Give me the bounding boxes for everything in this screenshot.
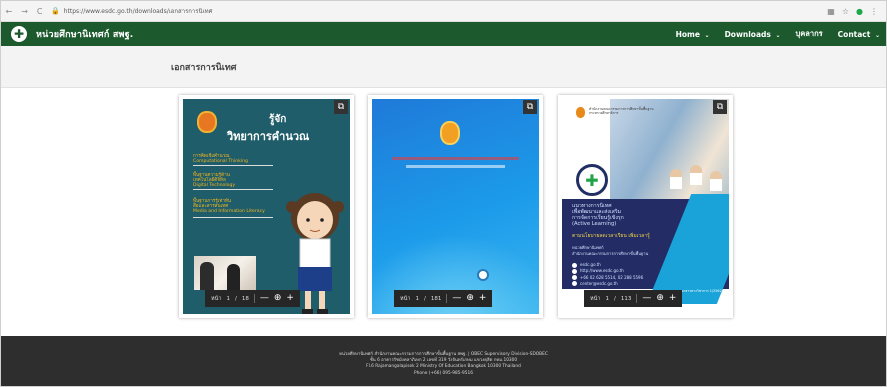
bookmark-star-icon[interactable]: ☆ (842, 7, 849, 16)
total-pages: 18 (241, 295, 249, 302)
document-card[interactable]: ⧉ รู้จัก วิทยาการคำนวณ การคิดเชิงคำนวณ Co… (179, 95, 354, 318)
seal-icon (440, 121, 460, 145)
book-cover: สำนักงานคณะกรรมการการศึกษาขั้นพื้นฐาน กระ… (562, 99, 729, 314)
page-separator: / (234, 295, 237, 302)
expand-icon[interactable]: ⧉ (334, 100, 348, 114)
url-text[interactable]: https://www.esdc.go.th/downloads/เอกสารก… (64, 6, 213, 16)
cover-title: แนวทางการนิเทศ เพื่อพัฒนาและส่งเสริม การจั… (572, 203, 624, 227)
zoom-icon[interactable]: ⊕ (274, 294, 282, 303)
cover-org: หน่วยศึกษานิเทศก์ สำนักงานคณะกรรมการการศึ… (572, 245, 649, 256)
chevron-down-icon: ⌄ (775, 31, 781, 39)
extension-icon[interactable]: ▦ (827, 7, 835, 16)
zoom-in-button[interactable]: + (669, 294, 677, 303)
menu-contact[interactable]: Contact ⌄ (838, 30, 880, 39)
divider (193, 165, 273, 166)
page-label: หน้า (400, 295, 411, 302)
current-page-input[interactable]: 1 (605, 296, 609, 302)
profile-icon[interactable]: ● (856, 7, 863, 16)
current-page-input[interactable]: 1 (415, 296, 419, 302)
cover-photo (194, 256, 256, 290)
cover-contacts: esdc.go.th http://www.esdc.go.th +66 02 … (572, 262, 643, 287)
page-separator: / (613, 295, 616, 302)
total-pages: 113 (620, 295, 632, 302)
browser-menu-icon[interactable]: ⋮ (870, 7, 878, 16)
page-title-bar: เอกสารการนิเทศ (1, 46, 886, 88)
footer-line: Phone (+66) 095-985-9516 (414, 370, 473, 376)
zoom-in-button[interactable]: + (479, 294, 487, 303)
divider (193, 189, 273, 190)
seal-icon (197, 111, 217, 133)
seal-icon (576, 107, 585, 118)
address-bar: ← → C 🔒 https://www.esdc.go.th/downloads… (1, 1, 886, 22)
reload-icon[interactable]: C (37, 7, 43, 16)
cover-photo-collage (610, 99, 729, 207)
book-cover (372, 99, 539, 314)
expand-icon[interactable]: ⧉ (713, 100, 727, 114)
cover-label: การคิดเชิงคำนวณ Computational Thinking (193, 154, 248, 164)
forward-icon[interactable]: → (21, 7, 28, 16)
menu-staff[interactable]: บุคลากร (796, 28, 823, 40)
main-menu: Home ⌄ Downloads ⌄ บุคลากร Contact ⌄ (676, 28, 886, 40)
page-separator: / (423, 295, 426, 302)
cover-label: พื้นฐานความรู้ด้าน เทคโนโลยีดิจิทัล Digita… (193, 173, 236, 188)
page-label: หน้า (211, 295, 222, 302)
site-footer: หน่วยศึกษานิเทศก์ สำนักงานคณะกรรมการการศ… (1, 336, 886, 386)
site-brand[interactable]: หน่วยศึกษานิเทศก์ สพฐ. (36, 27, 133, 41)
documents-area: ⧉ รู้จัก วิทยาการคำนวณ การคิดเชิงคำนวณ Co… (1, 89, 886, 336)
total-pages: 181 (430, 295, 442, 302)
pdf-viewer-controls: หน้า 1 / 18 — ⊕ + (205, 290, 300, 307)
pdf-viewer-controls: หน้า 1 / 113 — ⊕ + (584, 290, 683, 307)
back-icon[interactable]: ← (6, 7, 13, 16)
site-logo-icon[interactable]: ✚ (11, 26, 27, 42)
site-navbar: ✚ หน่วยศึกษานิเทศก์ สพฐ. Home ⌄ Download… (1, 22, 886, 46)
zoom-icon[interactable]: ⊕ (656, 294, 664, 303)
cover-label: พื้นฐานการรู้เท่าทัน สื่อและสารสนเทศ Media… (193, 199, 265, 214)
cover-note: เอกสารทางวิชาการ 1/2562 (680, 289, 722, 293)
document-card[interactable]: ⧉ หน้า 1 / 181 — ⊕ + (368, 95, 543, 318)
agency-logo-icon: ✚ (576, 164, 608, 196)
zoom-out-button[interactable]: — (260, 294, 269, 303)
browser-extensions: ▦ ☆ ● ⋮ (827, 7, 886, 16)
lock-icon: 🔒 (51, 7, 60, 15)
chevron-down-icon: ⌄ (704, 31, 710, 39)
zoom-icon[interactable]: ⊕ (466, 294, 474, 303)
zoom-in-button[interactable]: + (286, 294, 294, 303)
divider (193, 217, 273, 218)
page-label: หน้า (590, 295, 601, 302)
agency-logo-icon (477, 269, 489, 281)
pdf-viewer-controls: หน้า 1 / 181 — ⊕ + (394, 290, 493, 307)
document-card[interactable]: ⧉ สำนักงานคณะกรรมการการศึกษาขั้นพื้นฐานก… (558, 95, 733, 318)
page-title: เอกสารการนิเทศ (171, 63, 237, 73)
browser-nav-buttons: ← → C (1, 7, 47, 16)
url-field[interactable]: 🔒 https://www.esdc.go.th/downloads/เอกสา… (47, 4, 827, 18)
cover-subtitle: ตามนโยบายลดเวลาเรียน เพิ่มเวลารู้ (572, 233, 650, 239)
cover-title-placeholder (392, 157, 519, 160)
browser-window: ← → C 🔒 https://www.esdc.go.th/downloads… (0, 0, 887, 387)
expand-icon[interactable]: ⧉ (523, 100, 537, 114)
cover-subtitle-placeholder (406, 165, 505, 168)
cover-title: วิทยาการคำนวณ (227, 130, 310, 143)
zoom-out-button[interactable]: — (642, 294, 651, 303)
current-page-input[interactable]: 1 (226, 296, 230, 302)
menu-home[interactable]: Home ⌄ (676, 30, 710, 39)
menu-downloads[interactable]: Downloads ⌄ (725, 30, 781, 39)
book-cover: รู้จัก วิทยาการคำนวณ การคิดเชิงคำนวณ Comp… (183, 99, 350, 314)
zoom-out-button[interactable]: — (452, 294, 461, 303)
cover-title: รู้จัก (269, 114, 287, 125)
chevron-down-icon: ⌄ (874, 31, 880, 39)
cover-heading: สำนักงานคณะกรรมการการศึกษาขั้นพื้นฐาน กระ… (589, 107, 654, 115)
